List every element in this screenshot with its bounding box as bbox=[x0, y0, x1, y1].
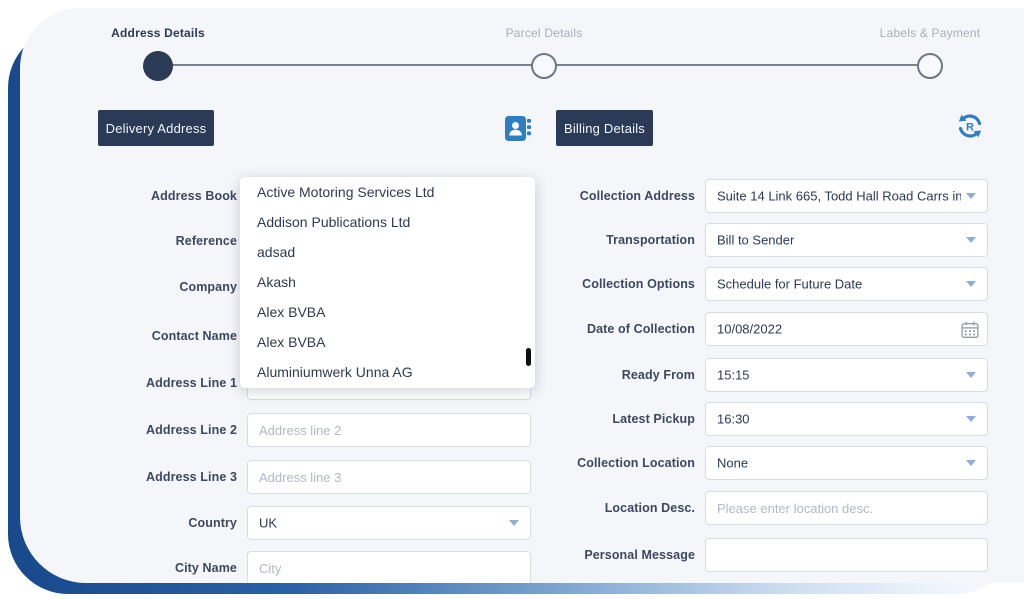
collection-form: Collection Address Suite 14 Link 665, To… bbox=[520, 8, 1008, 583]
address-line-3-input[interactable] bbox=[248, 461, 530, 493]
latest-pickup-select[interactable]: 16:30 bbox=[705, 402, 988, 436]
date-of-collection-field[interactable]: 10/08/2022 bbox=[705, 312, 988, 346]
chevron-down-icon bbox=[966, 460, 976, 466]
chevron-down-icon bbox=[966, 237, 976, 243]
form-row-city-name: City Name bbox=[20, 551, 531, 583]
collection-address-select[interactable]: Suite 14 Link 665, Todd Hall Road Carrs … bbox=[705, 179, 988, 213]
field-label: Contact Name bbox=[20, 329, 237, 343]
form-row-collection-address: Collection Address Suite 14 Link 665, To… bbox=[520, 179, 1008, 213]
dropdown-item[interactable]: Alex BVBA bbox=[240, 297, 535, 327]
field-label: Date of Collection bbox=[520, 322, 695, 336]
calendar-icon[interactable] bbox=[960, 320, 980, 345]
city-name-input[interactable] bbox=[248, 552, 530, 583]
collection-location-select[interactable]: None bbox=[705, 446, 988, 480]
chevron-down-icon bbox=[966, 281, 976, 287]
chevron-down-icon bbox=[966, 372, 976, 378]
dropdown-item[interactable]: Active Motoring Services Ltd bbox=[240, 177, 535, 207]
address-line-2-input[interactable] bbox=[248, 414, 530, 446]
field-label: Transportation bbox=[520, 233, 695, 247]
form-row-latest-pickup: Latest Pickup 16:30 bbox=[520, 402, 1008, 436]
form-row-address-line-3: Address Line 3 bbox=[20, 460, 531, 494]
chevron-down-icon bbox=[966, 416, 976, 422]
field-label: Reference bbox=[20, 234, 237, 248]
form-row-transportation: Transportation Bill to Sender bbox=[520, 223, 1008, 257]
field-label: Address Line 2 bbox=[20, 423, 237, 437]
field-label: Address Line 3 bbox=[20, 470, 237, 484]
form-row-location-desc: Location Desc. bbox=[520, 491, 1008, 525]
address-book-dropdown: Active Motoring Services Ltd Addison Pub… bbox=[240, 177, 535, 388]
form-card: Address Details Parcel Details Labels & … bbox=[20, 8, 1024, 583]
dropdown-item[interactable]: Aluminiumwerk Unna AG bbox=[240, 357, 535, 387]
dropdown-item[interactable]: Addison Publications Ltd bbox=[240, 207, 535, 237]
form-row-country: Country UK bbox=[20, 506, 531, 540]
country-select[interactable]: UK bbox=[247, 506, 531, 540]
form-row-address-line-2: Address Line 2 bbox=[20, 413, 531, 447]
dropdown-scrollbar-thumb[interactable] bbox=[526, 348, 531, 366]
form-row-personal-message: Personal Message bbox=[520, 538, 1008, 572]
transportation-select[interactable]: Bill to Sender bbox=[705, 223, 988, 257]
field-label: Collection Location bbox=[520, 456, 695, 470]
field-label: Address Book bbox=[20, 189, 237, 203]
dropdown-item[interactable]: Alex BVBA bbox=[240, 327, 535, 357]
field-label: Collection Address bbox=[520, 189, 695, 203]
field-label: Collection Options bbox=[520, 277, 695, 291]
field-label: Ready From bbox=[520, 368, 695, 382]
form-row-collection-options: Collection Options Schedule for Future D… bbox=[520, 267, 1008, 301]
ready-from-select[interactable]: 15:15 bbox=[705, 358, 988, 392]
chevron-down-icon bbox=[509, 520, 519, 526]
field-label: Personal Message bbox=[520, 548, 695, 562]
field-label: Address Line 1 bbox=[20, 376, 237, 390]
location-desc-input[interactable] bbox=[706, 492, 987, 524]
page: Address Details Parcel Details Labels & … bbox=[0, 0, 1024, 599]
form-row-ready-from: Ready From 15:15 bbox=[520, 358, 1008, 392]
dropdown-item[interactable]: Akash bbox=[240, 267, 535, 297]
chevron-down-icon bbox=[966, 193, 976, 199]
collection-options-select[interactable]: Schedule for Future Date bbox=[705, 267, 988, 301]
field-label: City Name bbox=[20, 561, 237, 575]
personal-message-input[interactable] bbox=[706, 539, 987, 571]
field-label: Company bbox=[20, 280, 237, 294]
form-row-collection-location: Collection Location None bbox=[520, 446, 1008, 480]
dropdown-item[interactable]: adsad bbox=[240, 237, 535, 267]
form-row-date-of-collection: Date of Collection 10/08/2022 bbox=[520, 312, 1008, 346]
field-label: Country bbox=[20, 516, 237, 530]
field-label: Latest Pickup bbox=[520, 412, 695, 426]
field-label: Location Desc. bbox=[520, 501, 695, 515]
